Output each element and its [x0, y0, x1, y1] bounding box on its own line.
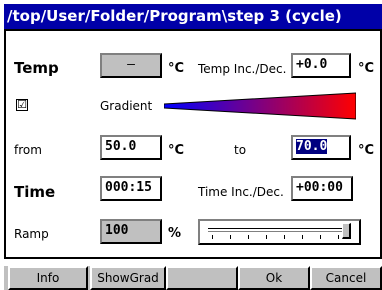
from-label: from: [14, 143, 42, 157]
temp-value-field[interactable]: —: [100, 53, 162, 78]
from-unit: °C: [168, 143, 185, 158]
time-label: Time: [14, 183, 56, 201]
ramp-slider-tick: [338, 235, 339, 239]
to-field[interactable]: 70.0: [291, 135, 351, 160]
time-inc-label: Time Inc./Dec.: [198, 185, 284, 199]
from-field[interactable]: 50.0: [100, 135, 162, 160]
temp-inc-unit: °C: [358, 61, 375, 76]
to-label: to: [234, 143, 247, 157]
to-unit: °C: [358, 143, 375, 158]
gradient-wedge-shape: [164, 92, 356, 120]
gradient-label: Gradient: [100, 99, 153, 113]
button-bar: Info ShowGrad Ok Cancel: [4, 266, 382, 290]
show-grad-button[interactable]: ShowGrad: [90, 266, 166, 290]
to-value-selected[interactable]: 70.0: [296, 139, 328, 154]
ramp-label: Ramp: [14, 227, 49, 241]
temp-inc-label: Temp Inc./Dec.: [198, 62, 287, 76]
temp-label: Temp: [14, 59, 59, 77]
ramp-slider-tick: [320, 235, 321, 239]
ramp-slider-tick: [212, 235, 213, 239]
info-button[interactable]: Info: [8, 266, 88, 290]
gradient-wedge: [164, 92, 356, 120]
ok-button[interactable]: Ok: [238, 266, 310, 290]
ramp-slider-thumb[interactable]: [342, 223, 351, 239]
time-field[interactable]: 000:15: [100, 176, 162, 201]
cancel-button[interactable]: Cancel: [310, 266, 382, 290]
ramp-unit: %: [168, 226, 182, 241]
step-editor-window: /top/User/Folder/Program\step 3 (cycle) …: [0, 0, 382, 290]
step-settings-panel: Temp — °C Temp Inc./Dec. +0.0 °C ☑ Gradi…: [4, 29, 382, 259]
temp-inc-field[interactable]: +0.0: [291, 53, 351, 78]
temp-unit: °C: [168, 61, 185, 76]
window-title: /top/User/Folder/Program\step 3 (cycle): [4, 4, 382, 29]
ramp-slider-track: [208, 228, 351, 232]
ramp-slider-tick: [302, 235, 303, 239]
time-inc-field[interactable]: +00:00: [291, 176, 353, 201]
ramp-slider-tick: [284, 235, 285, 239]
ramp-slider-tick: [230, 235, 231, 239]
ramp-slider[interactable]: [198, 219, 361, 245]
gradient-checkbox[interactable]: ☑: [16, 99, 28, 111]
ramp-slider-tick: [248, 235, 249, 239]
blank-button[interactable]: [166, 266, 238, 290]
ramp-value-field: 100: [100, 219, 162, 244]
ramp-slider-tick: [266, 235, 267, 239]
